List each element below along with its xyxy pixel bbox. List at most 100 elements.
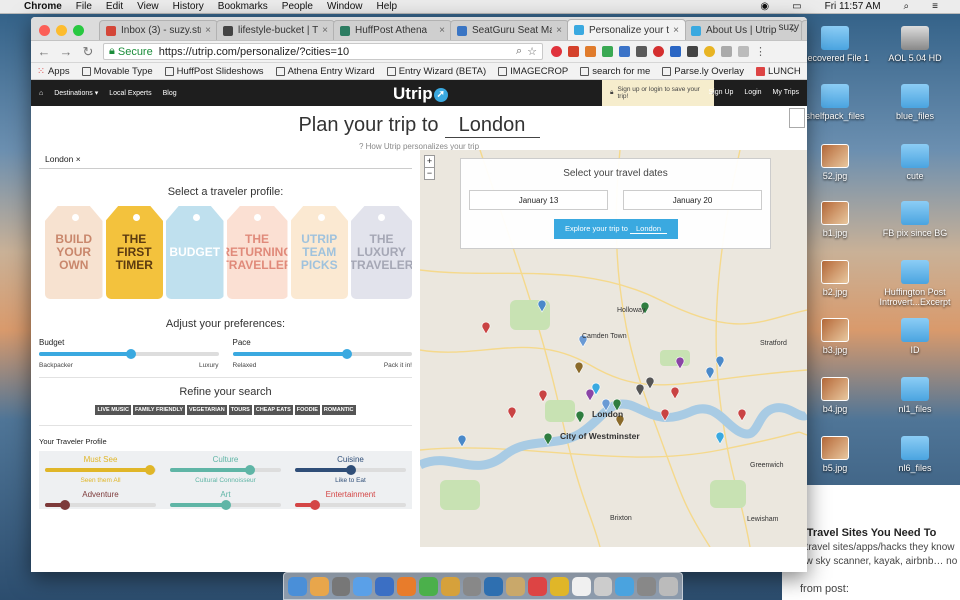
notes-icon[interactable] [549,576,569,596]
trait-slider[interactable]: Culture Cultural Connoisseur [170,455,281,484]
pace-handle[interactable] [342,349,353,359]
minimize-window-button[interactable] [56,25,67,36]
address-bar[interactable]: 🔒︎ Secure https://utrip.com/personalize/… [103,43,543,60]
tab-1[interactable]: Inbox (3) - suzy.stro × [99,20,218,40]
zoom-search-icon[interactable]: ⌕ [516,45,522,58]
pace-slider[interactable]: Pace Relaxed Pack it in! [232,338,412,369]
menu-window[interactable]: Window [327,1,363,12]
launchpad-icon[interactable] [309,576,329,596]
extension-icon[interactable] [653,46,664,57]
budget-handle[interactable] [125,349,136,359]
filter-tag[interactable]: FAMILY FRIENDLY [132,405,186,415]
desktop-icon[interactable]: ID [860,318,960,355]
settings-icon[interactable] [462,576,482,596]
profile-chip[interactable]: suzy [778,22,799,33]
profile-card[interactable]: THE RETURNING TRAVELLER [226,206,288,299]
extension-icon[interactable] [721,46,732,57]
rocket-icon[interactable] [331,576,351,596]
filter-tag[interactable]: TOURS [228,405,252,415]
extension-icon[interactable] [636,46,647,57]
save-flag-icon[interactable] [789,108,805,128]
search-icon[interactable]: ⌕ [904,1,910,12]
home-icon[interactable]: ⌂ [39,90,43,97]
photos-icon[interactable] [440,576,460,596]
bookmark-item[interactable]: IMAGECROP [498,66,568,77]
close-tab-icon[interactable]: × [556,25,562,36]
close-tab-icon[interactable]: × [439,25,445,36]
menu-dots-icon[interactable]: ⋮ [755,45,766,58]
trait-slider[interactable]: Art [170,490,281,510]
start-date-input[interactable]: January 13 [469,190,608,210]
trait-slider[interactable]: Must See Seen them All [45,455,156,484]
desktop-icon[interactable]: nl6_files [860,436,960,473]
filter-tag[interactable]: VEGETARIAN [187,405,227,415]
desktop-icon[interactable]: FB pix since BG [860,201,960,238]
extension-icon[interactable] [687,46,698,57]
battery-icon[interactable]: ▭ [792,1,801,12]
filter-tag[interactable]: LIVE MUSIC [95,405,131,415]
filter-tag[interactable]: CHEAP EATS [253,405,293,415]
budget-slider[interactable]: Budget Backpacker Luxury [39,338,219,369]
menu-edit[interactable]: Edit [106,1,123,12]
profile-card[interactable]: THE LUXURY TRAVELER [351,206,412,299]
close-tab-icon[interactable]: × [673,25,679,36]
notifications-icon[interactable]: ≡ [932,1,938,12]
bookmark-item[interactable]: search for me [580,66,650,77]
safari-icon[interactable] [353,576,373,596]
forward-icon[interactable]: → [59,44,73,59]
app-menu[interactable]: Chrome [24,1,62,12]
menu-view[interactable]: View [137,1,159,12]
city-chip-field[interactable]: London × [39,151,412,169]
trait-handle[interactable] [244,465,255,475]
tab-5[interactable]: Personalize your trip× [567,19,686,40]
profile-card[interactable]: BUDGET [166,206,224,299]
menu-bookmarks[interactable]: Bookmarks [218,1,268,12]
trait-handle[interactable] [345,465,356,475]
bookmark-apps[interactable]: ⁙ Apps [37,66,70,77]
back-icon[interactable]: ← [37,44,51,59]
profile-card[interactable]: THE FIRST TIMER [105,206,163,299]
desktop-icon[interactable]: Huffington Post Introvert...Excerpt [860,260,960,307]
desktop-icon[interactable]: nl1_files [860,377,960,414]
trait-handle[interactable] [59,500,70,510]
city-input[interactable]: London [444,114,540,138]
trait-slider[interactable]: Entertainment [295,490,406,510]
menu-help[interactable]: Help [377,1,398,12]
map-panel[interactable]: + − Holloway Camden Town Stratford London… [420,150,807,547]
zoom-in-button[interactable]: + [425,156,434,167]
zoom-out-button[interactable]: − [425,167,434,179]
tab-2[interactable]: lifestyle-bucket | Tr × [216,20,335,40]
bookmark-item[interactable]: HuffPost Slideshows [164,66,264,77]
app-icon[interactable] [593,576,613,596]
tab-3[interactable]: HuffPost Athena × [333,20,452,40]
nav-blog[interactable]: Blog [163,90,177,97]
clock[interactable]: Fri 11:57 AM [825,1,881,12]
trait-handle[interactable] [220,500,231,510]
bookmark-item[interactable]: Athena Entry Wizard [275,66,375,77]
textedit-icon[interactable] [571,576,591,596]
wifi-icon[interactable]: ◉ [760,1,769,12]
signup-link[interactable]: Sign Up [709,89,734,96]
downloads-icon[interactable] [615,576,635,596]
trait-handle[interactable] [145,465,156,475]
extension-icon[interactable] [602,46,613,57]
bookmark-item[interactable]: Movable Type [81,66,153,77]
extension-icon[interactable] [670,46,681,57]
utrip-logo[interactable]: Utrip ➚ [393,84,448,104]
bookmark-item[interactable]: Parse.ly Overlay [662,66,744,77]
ibooks-icon[interactable] [528,576,547,596]
menu-people[interactable]: People [282,1,313,12]
nav-local-experts[interactable]: Local Experts [109,90,151,97]
star-icon[interactable]: ☆ [527,45,537,58]
bookmark-item[interactable]: Entry Wizard (BETA) [386,66,486,77]
desktop-icon[interactable]: blue_files [860,84,960,121]
pinterest-icon[interactable] [551,46,562,57]
reload-icon[interactable]: ↻ [81,44,95,60]
trait-slider[interactable]: Adventure [45,490,156,510]
documents-icon[interactable] [637,576,657,596]
firefox-icon[interactable] [397,576,416,596]
extension-icon[interactable] [585,46,596,57]
nav-destinations[interactable]: Destinations ▾ [54,89,98,97]
close-tab-icon[interactable]: × [322,25,328,36]
trait-handle[interactable] [309,500,320,510]
